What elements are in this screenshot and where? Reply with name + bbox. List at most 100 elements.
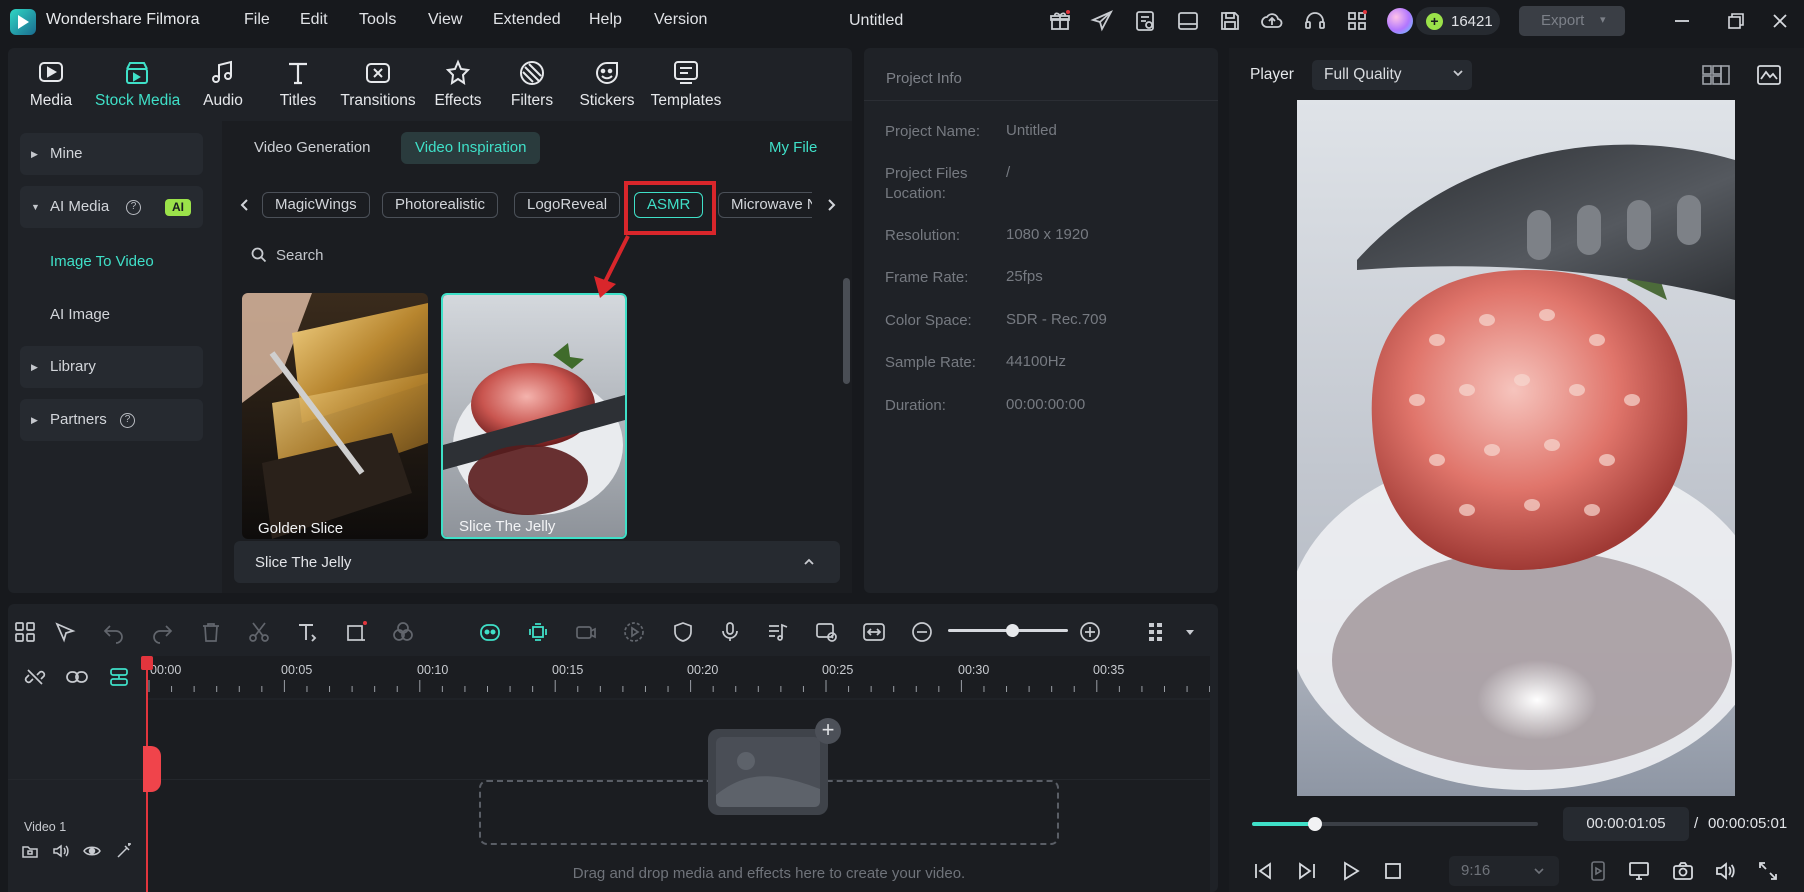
ai-copilot-icon[interactable] [478, 620, 502, 644]
apps-grid-icon[interactable] [1345, 9, 1369, 33]
sidebar-item-mine[interactable]: ▶ Mine [20, 133, 203, 175]
chip-photorealistic[interactable]: Photorealistic [382, 192, 499, 218]
more-options-icon[interactable] [1146, 620, 1170, 644]
cloud-upload-icon[interactable] [1260, 9, 1284, 33]
menu-tools[interactable]: Tools [359, 11, 396, 29]
card-golden-slice[interactable]: Golden Slice [242, 293, 428, 539]
shield-icon[interactable] [671, 620, 695, 644]
chip-magicwings[interactable]: MagicWings [262, 192, 370, 218]
link-icon[interactable] [65, 666, 89, 688]
playhead-handle[interactable] [141, 656, 153, 670]
menu-extended[interactable]: Extended [493, 11, 561, 29]
magic-wand-icon[interactable] [115, 842, 133, 860]
avatar[interactable] [1387, 8, 1413, 34]
chevron-down-icon[interactable] [1451, 66, 1465, 80]
sidebar-item-library[interactable]: ▶ Library [20, 346, 203, 388]
headset-icon[interactable] [1303, 9, 1327, 33]
zoom-slider-handle[interactable] [1005, 624, 1019, 637]
gift-icon[interactable] [1048, 9, 1072, 33]
screen-record-icon[interactable] [814, 620, 838, 644]
my-file-link[interactable]: My File [769, 139, 817, 156]
render-preview-icon[interactable] [1587, 860, 1609, 882]
chevron-down-icon[interactable] [1532, 864, 1546, 878]
library-scrollbar[interactable] [843, 278, 850, 384]
caret-down-icon[interactable] [1184, 626, 1196, 638]
export-button[interactable]: Export [1519, 6, 1625, 36]
grid-view-icon[interactable] [1702, 64, 1730, 86]
tab-effects[interactable]: Effects [416, 58, 500, 114]
chevron-right-icon[interactable] [824, 197, 838, 213]
camera-record-icon[interactable] [574, 620, 598, 644]
chip-logoreveal[interactable]: LogoReveal [514, 192, 621, 218]
send-icon[interactable] [1090, 9, 1114, 33]
tab-audio[interactable]: Audio [181, 58, 265, 114]
folder-lock-icon[interactable] [21, 842, 39, 860]
waveform-monitor-icon[interactable] [1756, 63, 1782, 87]
volume-icon[interactable] [1714, 860, 1736, 882]
auto-reframe-icon[interactable] [526, 620, 550, 644]
redo-icon[interactable] [150, 620, 174, 644]
previous-frame-icon[interactable] [1252, 860, 1274, 882]
chip-microwave[interactable]: Microwave N [718, 192, 812, 218]
magnetic-track-icon[interactable] [108, 666, 130, 688]
menu-view[interactable]: View [428, 11, 462, 29]
menu-edit[interactable]: Edit [300, 11, 328, 29]
layout-icon[interactable] [1176, 9, 1200, 33]
unlink-icon[interactable] [24, 666, 46, 688]
tab-stickers[interactable]: Stickers [565, 58, 649, 114]
tab-titles[interactable]: Titles [256, 58, 340, 114]
tab-media[interactable]: Media [9, 58, 93, 114]
card-slice-the-jelly[interactable]: Slice The Jelly [441, 293, 627, 539]
menu-version[interactable]: Version [654, 11, 707, 29]
track-volume-icon[interactable] [52, 842, 70, 860]
playback-speed-icon[interactable] [622, 620, 646, 644]
help-icon[interactable]: ? [120, 413, 135, 428]
select-pointer-icon[interactable] [53, 620, 77, 644]
quality-select[interactable]: Full Quality [1312, 60, 1472, 90]
eye-icon[interactable] [83, 842, 101, 860]
tab-templates[interactable]: Templates [644, 58, 728, 114]
next-frame-icon[interactable] [1296, 860, 1318, 882]
restore-icon[interactable] [1724, 9, 1748, 33]
task-list-icon[interactable] [1133, 9, 1157, 33]
sidebar-item-ai-image[interactable]: AI Image [50, 306, 110, 323]
close-icon[interactable] [1768, 9, 1792, 33]
tab-filters[interactable]: Filters [490, 58, 574, 114]
seek-handle[interactable] [1307, 817, 1322, 831]
video-preview[interactable] [1297, 100, 1735, 796]
add-icon[interactable]: + [815, 718, 841, 744]
fullscreen-icon[interactable] [1757, 860, 1779, 882]
segment-video-generation[interactable]: Video Generation [240, 132, 384, 164]
playhead-grip[interactable] [143, 746, 161, 792]
zoom-out-icon[interactable] [910, 620, 934, 644]
color-icon[interactable] [391, 620, 415, 644]
display-icon[interactable] [1628, 860, 1650, 882]
fit-width-icon[interactable] [862, 620, 886, 644]
play-icon[interactable] [1340, 860, 1362, 882]
snapshot-icon[interactable] [1672, 860, 1694, 882]
layout-grid-icon[interactable] [13, 620, 37, 644]
help-icon[interactable]: ? [126, 200, 141, 215]
zoom-in-icon[interactable] [1078, 620, 1102, 644]
chevron-up-icon[interactable] [802, 555, 816, 569]
tab-transitions[interactable]: Transitions [336, 58, 420, 114]
segment-video-inspiration[interactable]: Video Inspiration [401, 132, 541, 164]
tab-stock-media[interactable]: Stock Media [95, 58, 180, 114]
minimize-icon[interactable] [1670, 9, 1694, 33]
chevron-left-icon[interactable] [238, 197, 252, 213]
current-time[interactable]: 00:00:01:05 [1563, 807, 1689, 841]
music-list-icon[interactable] [766, 620, 790, 644]
delete-icon[interactable] [199, 620, 223, 644]
undo-icon[interactable] [102, 620, 126, 644]
sidebar-item-image-to-video[interactable]: Image To Video [50, 253, 154, 270]
microphone-icon[interactable] [718, 620, 742, 644]
scissors-icon[interactable] [247, 620, 271, 644]
text-icon[interactable] [295, 620, 319, 644]
sidebar-item-partners[interactable]: ▶ Partners [20, 399, 203, 441]
crop-icon[interactable] [344, 620, 368, 644]
save-icon[interactable] [1218, 9, 1242, 33]
menu-help[interactable]: Help [589, 11, 622, 29]
chevron-down-icon[interactable]: ▾ [1600, 13, 1606, 26]
menu-file[interactable]: File [244, 11, 270, 29]
stop-icon[interactable] [1382, 860, 1404, 882]
